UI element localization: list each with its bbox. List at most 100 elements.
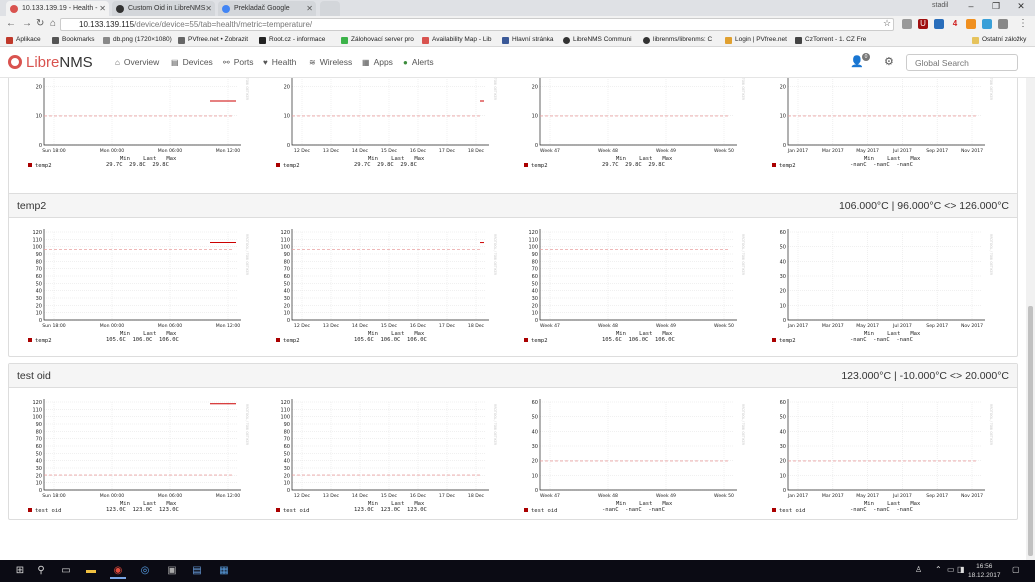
nav-apps[interactable]: ▦ Apps (362, 57, 393, 67)
sensor-graph[interactable]: 3020100Jan 2017Mar 2017May 2017Jul 2017S… (770, 78, 996, 199)
battery-icon[interactable]: ▭ (947, 565, 955, 574)
chrome-icon[interactable]: ◉ (110, 563, 126, 579)
x-tick-label: Mon 06:00 (158, 493, 182, 499)
global-search-input[interactable] (906, 54, 1018, 71)
other-bookmarks[interactable]: Ostatní záložky (972, 34, 1026, 46)
app-icon[interactable]: ▣ (164, 563, 180, 579)
bookmark-item[interactable]: PVfree.net • Zobrazit (178, 34, 248, 46)
bookmark-item[interactable]: librenms/librenms: C (643, 34, 712, 46)
task-view-icon[interactable]: ▭ (58, 563, 74, 579)
back-arrow-icon[interactable]: → (22, 18, 32, 29)
close-tab-icon[interactable]: ✕ (306, 1, 313, 16)
extension-icon[interactable] (982, 19, 992, 29)
sensor-graph[interactable]: 120 110 100 90 80 70 60 50 40 30 20 10 0 12 Dec 13 Dec… (274, 394, 500, 544)
bookmark-item[interactable]: Availability Map - Lib (422, 34, 492, 46)
y-tick-label: 30 (36, 466, 42, 472)
url-path: /device/device=55/tab=health/metric=temp… (134, 20, 313, 29)
bookmark-item[interactable]: Root.cz - informace (259, 34, 325, 46)
browser-user[interactable]: stadil (932, 2, 948, 9)
legend-label: temp2 (531, 338, 548, 344)
graph-canvas: 3020100Sun 18:00Mon 00:00Mon 06:00Mon 12… (36, 78, 249, 154)
extension-icon[interactable]: 4 (950, 19, 960, 29)
people-icon[interactable]: ♙ (915, 565, 922, 574)
page-scrollbar[interactable] (1026, 78, 1035, 560)
close-tab-icon[interactable]: ✕ (205, 1, 212, 16)
panel-heading[interactable]: test oid 123.000°C | -10.000°C <> 20.000°… (9, 364, 1017, 388)
notifications-icon[interactable]: ▢ (1012, 565, 1020, 574)
nav-devices[interactable]: ▤ Devices (171, 57, 213, 67)
sensor-graph[interactable]: 302010012 Dec13 Dec14 Dec15 Dec16 Dec17 … (274, 78, 500, 199)
ublock-icon[interactable]: U (918, 19, 928, 29)
x-tick-label: Week 49 (656, 323, 676, 329)
menu-icon[interactable]: ⋮ (1018, 18, 1028, 29)
graph-canvas: 3020100Week 47Week 48Week 49Week 50RRDTO… (532, 78, 745, 154)
heart-icon: ♥ (263, 58, 268, 67)
bookmark-item[interactable]: Hlavní stránka (502, 34, 554, 46)
sensor-graph[interactable]: 120 110 100 90 80 70 60 50 40 30 20 10 0 12 Dec 13 Dec… (274, 224, 500, 374)
back-icon[interactable]: ← (6, 18, 16, 29)
bookmark-item[interactable]: CzTorrent - 1. CZ Fre (795, 34, 866, 46)
bookmark-item[interactable]: db.png (1720×1080) (103, 34, 172, 46)
y-tick-label: 80 (284, 429, 290, 435)
system-clock[interactable]: 16:56 18.12.2017 (968, 562, 1001, 580)
search-icon[interactable]: ⚲ (33, 563, 49, 579)
app-icon[interactable]: ▦ (216, 563, 232, 579)
y-tick-label: 40 (284, 459, 290, 465)
translate-favicon-icon (222, 5, 230, 13)
url-bar[interactable]: 10.133.139.115/device/device=55/tab=heal… (60, 18, 894, 31)
nav-ports[interactable]: ⚯ Ports (223, 57, 254, 67)
file-explorer-icon[interactable]: ▬ (83, 563, 99, 579)
browser-tab-translate[interactable]: Prekladač Google ✕ (218, 1, 316, 16)
rss-icon[interactable] (966, 19, 976, 29)
bookmark-item[interactable]: Login | PVfree.net (725, 34, 787, 46)
sensor-graph[interactable]: 60 50 40 30 20 10 0 Jan 2017 Mar 2017 May 2017 Jul… (770, 224, 996, 374)
extension-icon[interactable] (902, 19, 912, 29)
panel-heading[interactable]: temp2 106.000°C | 96.000°C <> 126.000°C (9, 194, 1017, 218)
new-tab-button[interactable] (320, 1, 340, 16)
reload-icon[interactable]: ↻ (36, 18, 44, 29)
maximize-icon[interactable]: ❐ (987, 1, 1005, 12)
home-icon: ⌂ (115, 58, 120, 67)
extension-icon[interactable] (934, 19, 944, 29)
minimize-icon[interactable]: – (962, 1, 980, 11)
sensor-graph[interactable]: 120 110 100 90 80 70 60 50 40 30 20 10 0 Sun 18:00 Mon… (26, 224, 252, 374)
y-tick-label: 80 (36, 259, 42, 265)
close-window-icon[interactable]: ✕ (1012, 1, 1030, 12)
sensor-graph[interactable]: 120 110 100 90 80 70 60 50 40 30 20 10 0 Sun 18:00 Mon… (26, 394, 252, 544)
save-icon[interactable]: ▤ (189, 563, 205, 579)
browser-tab-custom-oid[interactable]: Custom Oid in LibreNMS ✕ (112, 1, 215, 16)
graph-legend: temp2 (276, 338, 300, 344)
extension-icon[interactable] (998, 19, 1008, 29)
app-icon[interactable]: ◎ (137, 563, 153, 579)
sensor-graph[interactable]: 60 50 40 30 20 10 0 Jan 2017 Mar 2017 May 2017 Jul… (770, 394, 996, 544)
bookmark-item[interactable]: Zálohovací server pro (341, 34, 414, 46)
browser-tab-health[interactable]: 10.133.139.19 - Health - ✕ (6, 1, 109, 16)
graph-stats: Min Last Max 29.7C 29.8C 29.8C (602, 156, 672, 168)
network-icon[interactable]: ◨ (957, 565, 965, 574)
github-icon (563, 37, 570, 44)
bookmark-item[interactable]: LibreNMS Communi (563, 34, 632, 46)
sensor-graph[interactable]: 60 50 40 30 20 10 0 Week 47 Week 48 Week 49 Week 5… (522, 394, 748, 544)
y-tick-label: 60 (36, 444, 42, 450)
nav-wireless[interactable]: ≋ Wireless (309, 57, 352, 67)
librenms-logo[interactable]: LibreNMS (8, 54, 93, 71)
page-icon (725, 37, 732, 44)
rrdtool-watermark: RRDTOOL / TOBI OETIKER (245, 234, 249, 276)
home-icon[interactable]: ⌂ (50, 18, 56, 29)
scrollbar-thumb[interactable] (1028, 306, 1033, 556)
nav-alerts[interactable]: ● Alerts (403, 57, 434, 67)
sensor-graph[interactable]: 3020100Sun 18:00Mon 00:00Mon 06:00Mon 12… (26, 78, 252, 199)
close-tab-icon[interactable]: ✕ (99, 1, 106, 16)
gear-icon[interactable]: ⚙ (884, 55, 894, 68)
sensor-graph[interactable]: 3020100Week 47Week 48Week 49Week 50RRDTO… (522, 78, 748, 199)
nav-health[interactable]: ♥ Health (263, 57, 296, 67)
windows-start-icon[interactable]: ⊞ (12, 563, 28, 579)
bookmark-item[interactable]: Bookmarks (52, 34, 95, 46)
y-tick-label: 120 (32, 230, 42, 236)
librenms-navbar: LibreNMS ⌂ Overview ▤ Devices ⚯ Ports ♥ Heal… (0, 47, 1035, 78)
star-icon[interactable]: ☆ (883, 18, 891, 29)
nav-overview[interactable]: ⌂ Overview (115, 57, 159, 67)
chevron-up-icon[interactable]: ⌃ (935, 565, 942, 574)
sensor-graph[interactable]: 120 110 100 90 80 70 60 50 40 30 20 10 0 Week 47 Week … (522, 224, 748, 374)
bookmark-item[interactable]: Aplikace (6, 34, 41, 46)
